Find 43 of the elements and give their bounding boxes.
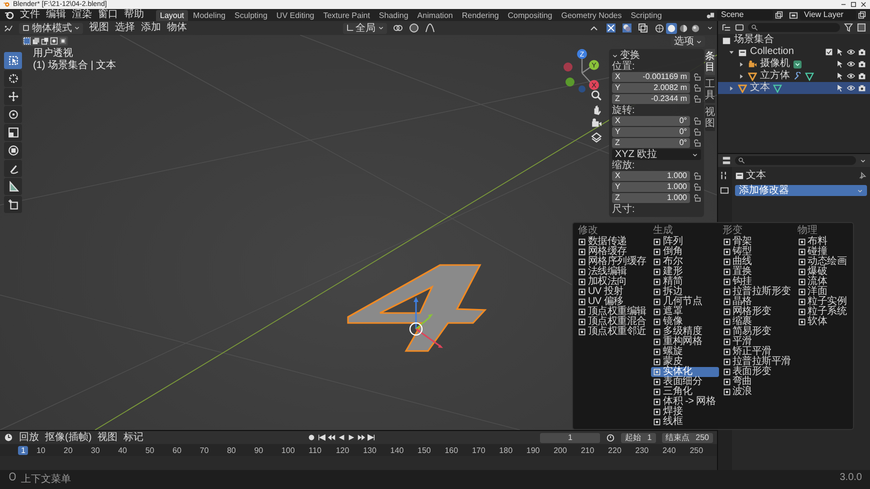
outliner-item-name: 立方体 xyxy=(760,70,790,82)
menu-column-title: 生成 xyxy=(652,225,674,236)
frame-tick-label: 230 xyxy=(635,446,650,454)
frame-tick-label: 120 xyxy=(336,446,350,454)
outliner-item-name: 场景集合 xyxy=(734,34,774,46)
field-label: 尺寸: xyxy=(612,204,636,215)
frame-tick-label: 220 xyxy=(608,446,622,454)
frame-tick-label: 190 xyxy=(526,446,541,454)
frame-tick-label: 60 xyxy=(172,446,182,454)
frame-tick-label: 130 xyxy=(363,446,378,454)
frame-tick-label: 250 xyxy=(690,446,704,454)
frame-tick-label: 150 xyxy=(418,446,432,454)
frame-tick-label: 140 xyxy=(390,446,405,454)
frame-tick-label: 170 xyxy=(472,446,486,454)
frame-tick-label: 20 xyxy=(64,446,74,454)
frame-tick-label: 180 xyxy=(499,446,514,454)
frame-tick-label: 200 xyxy=(554,446,568,454)
view-context: (1) 场景集合 | 文本 xyxy=(33,60,116,71)
outliner-item-name: 文本 xyxy=(750,82,770,94)
field-label: 位置: xyxy=(612,61,636,72)
status-hint: 上下文菜单 xyxy=(21,472,71,486)
frame-tick-label: 100 xyxy=(281,446,296,454)
version-label: 3.0.0 xyxy=(840,472,862,483)
menu-column-title: 修改 xyxy=(577,225,599,236)
field-label: 缩放: xyxy=(612,160,636,171)
frame-tick-label: 80 xyxy=(226,446,237,454)
field-label: 旋转: xyxy=(612,105,636,116)
frame-tick-label: 160 xyxy=(444,446,460,454)
frame-tick-label: 50 xyxy=(145,446,156,454)
frame-tick-label: 90 xyxy=(254,446,264,454)
menu-column-title: 形变 xyxy=(722,225,743,236)
frame-tick-label: 240 xyxy=(662,446,677,454)
frame-tick-label: 30 xyxy=(90,446,101,454)
frame-tick-label: 210 xyxy=(580,446,596,454)
frame-tick-label: 10 xyxy=(36,446,46,454)
frame-tick-label: 110 xyxy=(308,446,322,454)
outliner-item-name: Collection xyxy=(750,46,794,58)
object-name: 文本 xyxy=(746,170,766,181)
frame-tick-label: 40 xyxy=(118,446,128,454)
frame-tick-label: 70 xyxy=(200,446,210,454)
outliner-item-name: 摄像机 xyxy=(760,58,790,70)
menu-column-title: 物理 xyxy=(796,225,818,236)
view-name: 用户透视 xyxy=(33,48,74,59)
